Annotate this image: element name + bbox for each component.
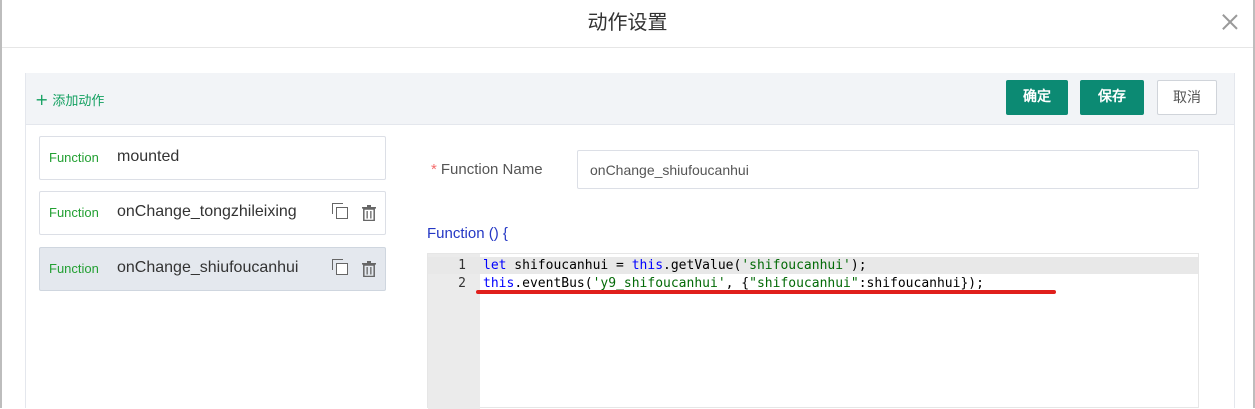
- dialog-title: 动作设置: [587, 10, 668, 34]
- add-action-label: 添加动作: [52, 94, 105, 109]
- code-editor[interactable]: 1 let shifoucanhui = this.getValue('shif…: [427, 253, 1199, 409]
- function-keyword: Function: [49, 205, 99, 220]
- trash-icon[interactable]: [362, 261, 376, 277]
- function-name-label: * Function Name: [431, 161, 543, 178]
- function-name: onChange_tongzhileixing: [117, 203, 297, 220]
- function-editor-panel: 确定 保存 取消 *Function Name Function () { 1 …: [402, 73, 1235, 409]
- close-icon[interactable]: [1219, 11, 1241, 33]
- function-name: onChange_shiufoucanhui: [117, 259, 299, 276]
- copy-icon[interactable]: [332, 203, 348, 219]
- code-line: 1 let shifoucanhui = this.getValue('shif…: [428, 257, 1198, 274]
- function-keyword: Function: [49, 150, 99, 165]
- function-name-label-text: Function Name: [440, 161, 543, 178]
- function-list-panel: + 添加动作 Function mounted Function onChange…: [25, 73, 404, 408]
- dialog-left-border: [0, 0, 2, 408]
- function-item-onchange-shiufoucanhui[interactable]: Function onChange_shiufoucanhui: [39, 247, 386, 291]
- function-signature: Function () {: [427, 225, 508, 242]
- line-number: 1: [458, 258, 466, 273]
- function-name-input[interactable]: [577, 150, 1199, 189]
- trash-icon[interactable]: [362, 205, 376, 221]
- function-name: mounted: [117, 148, 180, 165]
- add-action-button[interactable]: + 添加动作: [35, 90, 104, 109]
- function-keyword: Function: [49, 261, 99, 276]
- cancel-button[interactable]: 取消: [1157, 80, 1217, 115]
- editor-toolbar: 确定 保存 取消: [402, 73, 1234, 125]
- copy-icon[interactable]: [332, 259, 348, 275]
- line-number: 2: [458, 276, 466, 291]
- code-text: let shifoucanhui = this.getValue('shifou…: [483, 258, 867, 273]
- save-button[interactable]: 保存: [1080, 80, 1144, 115]
- function-item-onchange-tongzhileixing[interactable]: Function onChange_tongzhileixing: [39, 191, 386, 235]
- red-annotation-underline: [476, 290, 1056, 294]
- dialog-header: 动作设置: [0, 0, 1255, 48]
- required-mark: *: [431, 161, 437, 178]
- function-item-mounted[interactable]: Function mounted: [39, 136, 386, 180]
- function-list-toolbar: + 添加动作: [26, 73, 403, 125]
- confirm-button[interactable]: 确定: [1006, 80, 1068, 115]
- plus-icon: +: [35, 90, 49, 109]
